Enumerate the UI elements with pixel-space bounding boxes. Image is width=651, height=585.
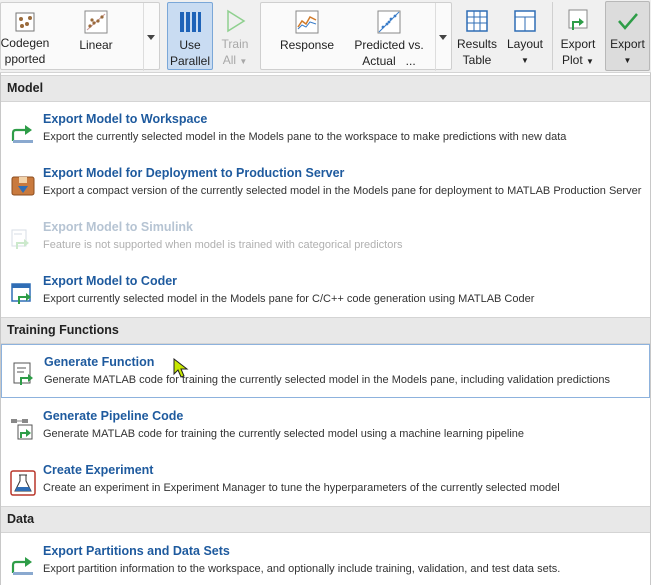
menu-item-title: Create Experiment: [43, 463, 154, 477]
menu-item-create-experiment[interactable]: Create Experiment Create an experiment i…: [1, 454, 650, 508]
chevron-down-icon: [146, 34, 155, 40]
layout-label: Layout: [506, 37, 544, 51]
predicted-vs-actual-icon: [376, 9, 402, 35]
train-all-label-1: Train: [221, 37, 249, 51]
response-plot-icon: [294, 9, 320, 35]
menu-item-desc: Create an experiment in Experiment Manag…: [43, 482, 560, 494]
export-plot-button[interactable]: Export Plot ▼: [555, 2, 601, 70]
coder-icon: [10, 281, 36, 307]
menu-item-generate-function[interactable]: Generate Function Generate MATLAB code f…: [1, 344, 650, 398]
predicted-label-1: Predicted vs.: [354, 38, 424, 52]
menu-item-title: Export Model for Deployment to Productio…: [43, 166, 345, 180]
response-plot-button[interactable]: Response: [269, 3, 345, 71]
checkmark-icon: [616, 8, 640, 34]
deployment-package-icon: [10, 173, 36, 199]
model-gallery: Codegen pported Linear: [0, 2, 160, 71]
pipeline-icon: [10, 416, 36, 442]
menu-item-title: Generate Pipeline Code: [43, 409, 184, 423]
simulink-icon: [10, 227, 36, 253]
menu-item-title: Export Model to Simulink: [43, 220, 194, 234]
menu-item-generate-pipeline-code[interactable]: Generate Pipeline Code Generate MATLAB c…: [1, 400, 650, 454]
results-label-2: Table: [462, 53, 492, 67]
export-plot-label-2-text: Plot: [562, 53, 583, 67]
generate-function-icon: [11, 361, 37, 387]
linear-label: Linear: [79, 38, 113, 52]
section-header-model: Model: [1, 75, 650, 102]
export-plot-icon: [565, 8, 591, 34]
response-label: Response: [279, 38, 335, 52]
toolstrip: Codegen pported Linear Use Parallel Trai…: [0, 0, 651, 73]
codegen-icon: [13, 9, 37, 35]
train-all-label-2: All ▼: [223, 53, 248, 69]
predicted-label-more: ...: [405, 54, 416, 68]
linear-icon: [83, 9, 109, 35]
menu-item-desc: Generate MATLAB code for training the cu…: [44, 374, 611, 386]
chevron-down-icon: ▼: [521, 56, 529, 65]
export-plot-label-2: Plot ▼: [562, 53, 594, 69]
export-partitions-icon: [10, 551, 36, 577]
layout-button[interactable]: Layout ▼: [502, 2, 548, 70]
parallel-icon: [178, 9, 202, 35]
export-button[interactable]: Export ▼: [605, 1, 650, 71]
chevron-down-icon: ▼: [239, 57, 248, 66]
results-label-1: Results: [456, 37, 497, 51]
export-plot-label-1: Export: [560, 37, 596, 51]
chevron-down-icon: ▼: [586, 57, 594, 66]
layout-icon: [513, 8, 537, 34]
section-header-training-functions: Training Functions: [1, 317, 650, 344]
menu-item-desc: Feature is not supported when model is t…: [43, 239, 403, 251]
plot-gallery: Response Predicted vs. Actual ...: [260, 2, 452, 71]
toolbar-separator: [552, 2, 553, 70]
table-icon: [465, 8, 489, 34]
menu-item-export-to-workspace[interactable]: Export Model to Workspace Export the cur…: [1, 103, 650, 157]
menu-item-export-for-deployment[interactable]: Export Model for Deployment to Productio…: [1, 157, 650, 211]
section-header-data: Data: [1, 506, 650, 533]
menu-item-desc: Export a compact version of the currentl…: [43, 185, 642, 197]
use-parallel-label-2: Parallel: [169, 54, 211, 68]
linear-model-button[interactable]: Linear: [61, 3, 131, 71]
menu-item-desc: Export currently selected model in the M…: [43, 293, 535, 305]
predicted-label-2-text: Actual: [362, 54, 396, 68]
export-label: Export: [610, 37, 645, 51]
menu-item-title: Export Model to Coder: [43, 274, 178, 288]
menu-item-desc: Export partition information to the work…: [43, 563, 561, 575]
train-all-button[interactable]: Train All ▼: [216, 2, 254, 70]
chevron-down-icon: ▼: [623, 56, 632, 65]
use-parallel-button[interactable]: Use Parallel: [167, 2, 213, 70]
menu-item-export-to-simulink: Export Model to Simulink Feature is not …: [1, 211, 650, 265]
chevron-down-icon: [438, 34, 447, 40]
model-gallery-dropdown[interactable]: [143, 3, 157, 71]
menu-item-title: Export Partitions and Data Sets: [43, 544, 230, 558]
menu-item-desc: Export the currently selected model in t…: [43, 131, 567, 143]
play-icon: [224, 8, 246, 34]
menu-item-title: Generate Function: [44, 355, 155, 369]
results-table-button[interactable]: Results Table: [454, 2, 500, 70]
menu-item-export-to-coder[interactable]: Export Model to Coder Export currently s…: [1, 265, 650, 319]
plot-gallery-dropdown[interactable]: [435, 3, 449, 71]
export-workspace-icon: [10, 119, 36, 145]
predicted-label-2: Actual ...: [362, 54, 415, 69]
experiment-flask-icon: [10, 470, 36, 496]
predicted-vs-actual-button[interactable]: Predicted vs. Actual ...: [349, 3, 429, 71]
menu-item-export-partitions[interactable]: Export Partitions and Data Sets Export p…: [1, 535, 650, 585]
codegen-supported-button[interactable]: Codegen pported: [1, 3, 49, 71]
codegen-label-1: Codegen: [0, 36, 50, 50]
codegen-label-2: pported: [4, 52, 46, 66]
train-all-label-2-text: All: [222, 53, 237, 67]
mouse-cursor-icon: [173, 357, 189, 383]
menu-item-title: Export Model to Workspace: [43, 112, 208, 126]
export-menu: Model Export Model to Workspace Export t…: [0, 73, 651, 585]
menu-item-desc: Generate MATLAB code for training the cu…: [43, 428, 525, 440]
use-parallel-label-1: Use: [179, 38, 201, 52]
